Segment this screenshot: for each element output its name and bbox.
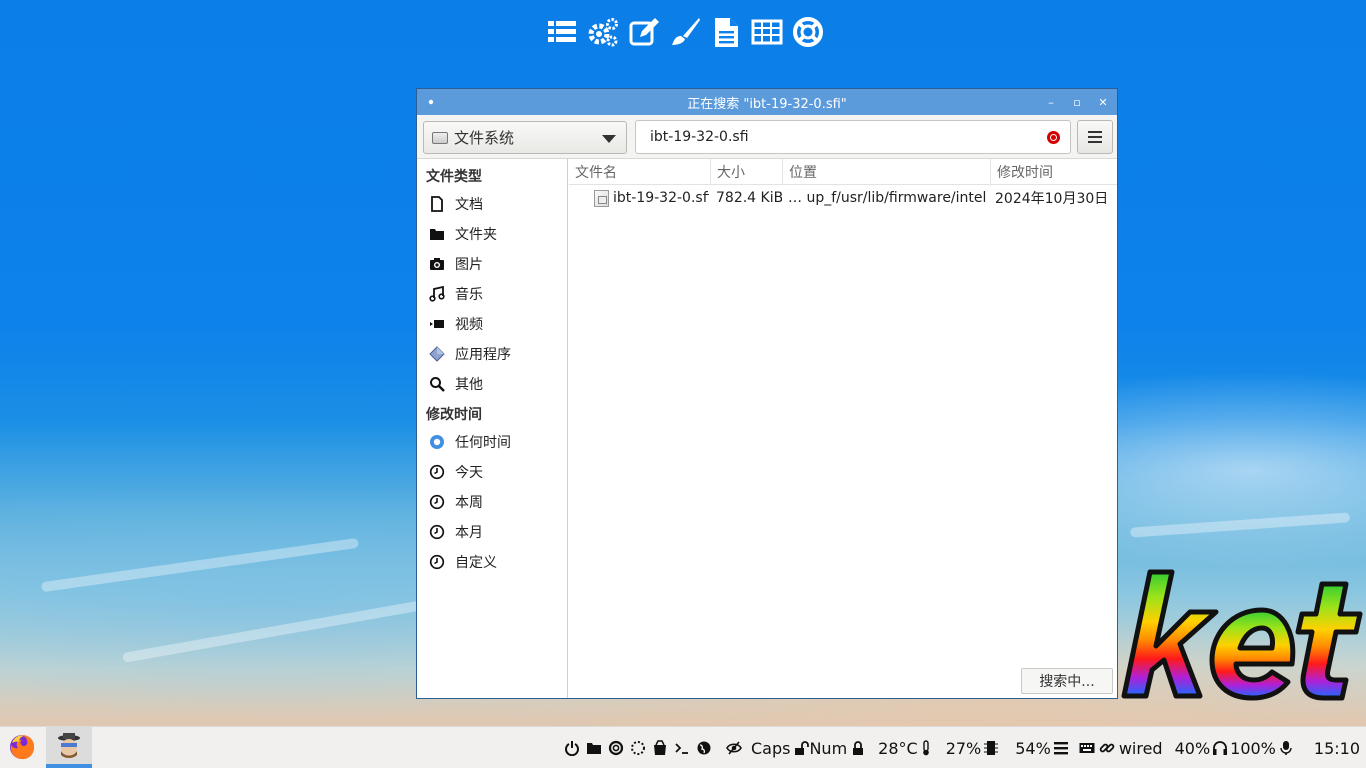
results-list: 文件名 大小 位置 修改时间 ibt-19-32-0.sfi 782.4 KiB…: [569, 159, 1117, 698]
clock[interactable]: 15:10: [1314, 739, 1360, 758]
time-today[interactable]: 今天: [429, 459, 564, 485]
terminal-icon[interactable]: [674, 740, 690, 756]
num-lock-indicator: Num: [809, 738, 848, 758]
column-header-location[interactable]: 位置: [783, 159, 991, 185]
search-icon: [429, 376, 445, 392]
window-menu-icon[interactable]: [425, 96, 437, 108]
time-this-month[interactable]: 本月: [429, 519, 564, 545]
desktop-logo: [1121, 569, 1363, 701]
sand-ridge: [1129, 512, 1351, 538]
link-icon[interactable]: [1099, 740, 1115, 756]
thermometer-icon: [918, 740, 934, 756]
time-custom[interactable]: 自定义: [429, 549, 564, 575]
headphone-volume-indicator[interactable]: 100%: [1230, 739, 1276, 758]
filter-videos[interactable]: 视频: [429, 311, 564, 337]
filter-other[interactable]: 其他: [429, 371, 564, 397]
lifebuoy-icon[interactable]: [608, 740, 624, 756]
location-dropdown[interactable]: 文件系统: [423, 121, 627, 154]
memory-indicator[interactable]: 54%: [1015, 739, 1051, 758]
cpu-indicator[interactable]: 27%: [946, 739, 982, 758]
visibility-icon[interactable]: [726, 740, 742, 756]
application-icon: [429, 346, 445, 362]
spreadsheet-icon[interactable]: [751, 14, 783, 50]
filter-pictures[interactable]: 图片: [429, 251, 564, 277]
maximize-button[interactable]: ▫: [1069, 94, 1085, 110]
power-icon[interactable]: [564, 740, 580, 756]
title-bar[interactable]: 正在搜索 "ibt-19-32-0.sfi" – ▫ ✕: [417, 89, 1117, 115]
taskbar-app-button[interactable]: [46, 727, 92, 768]
network-indicator[interactable]: wired: [1119, 739, 1163, 758]
window-title: 正在搜索 "ibt-19-32-0.sfi": [687, 96, 847, 112]
file-icon: [594, 190, 609, 207]
time-this-week[interactable]: 本周: [429, 489, 564, 515]
headphones-icon: [1212, 740, 1228, 756]
gears-icon[interactable]: [587, 14, 619, 50]
clock-icon: [429, 524, 445, 540]
table-row[interactable]: ibt-19-32-0.sfi 782.4 KiB … up_f/usr/lib…: [569, 186, 1117, 210]
file-modified: 2024年10月30日: [995, 191, 1109, 207]
column-headers: 文件名 大小 位置 修改时间: [569, 159, 1117, 185]
camera-icon: [429, 256, 445, 272]
file-size: 782.4 KiB: [716, 190, 782, 206]
caps-lock-indicator: Caps: [750, 738, 791, 758]
lifebuoy-icon[interactable]: [792, 14, 824, 50]
taskbar: Caps Num 28°C 27% 54% wired 40% 100% 15:…: [0, 726, 1366, 768]
document-icon: [429, 196, 445, 212]
drive-icon: [432, 131, 448, 144]
keyboard-icon[interactable]: [1079, 740, 1095, 756]
filter-music[interactable]: 音乐: [429, 281, 564, 307]
document-icon[interactable]: [710, 14, 742, 50]
folder-icon[interactable]: [586, 740, 602, 756]
clock-icon: [429, 554, 445, 570]
search-window: 正在搜索 "ibt-19-32-0.sfi" – ▫ ✕ 文件系统 文件类型 文…: [416, 88, 1118, 699]
globe-icon[interactable]: [696, 740, 712, 756]
search-field-container: [635, 120, 1071, 154]
menu-lines-icon: [1053, 740, 1069, 756]
firefox-icon[interactable]: [6, 731, 38, 763]
brush-icon[interactable]: [669, 14, 701, 50]
list-icon[interactable]: [546, 14, 578, 50]
clock-icon: [429, 464, 445, 480]
app-launcher: [546, 14, 824, 50]
microphone-icon[interactable]: [1278, 740, 1294, 756]
filter-folders[interactable]: 文件夹: [429, 221, 564, 247]
minimize-button[interactable]: –: [1043, 94, 1059, 110]
sand-ridge: [40, 537, 360, 593]
folder-icon: [429, 226, 445, 242]
cpu-icon: [983, 740, 999, 756]
search-toolbar: 文件系统: [417, 115, 1117, 159]
file-location: … up_f/usr/lib/firmware/intel: [788, 190, 987, 206]
detective-icon: [58, 733, 80, 758]
column-header-modified[interactable]: 修改时间: [991, 159, 1117, 185]
file-name: ibt-19-32-0.sfi: [613, 190, 709, 206]
column-header-size[interactable]: 大小: [711, 159, 783, 185]
close-button[interactable]: ✕: [1095, 94, 1111, 110]
system-tray: Caps Num 28°C 27% 54% wired 40% 100% 15:…: [558, 727, 1360, 768]
package-icon[interactable]: [652, 740, 668, 756]
music-icon: [429, 286, 445, 302]
spinner-icon[interactable]: [630, 740, 646, 756]
file-type-header: 文件类型: [426, 169, 482, 185]
mod-time-header: 修改时间: [426, 407, 482, 423]
radio-selected-icon: [429, 434, 445, 450]
temperature-indicator[interactable]: 28°C: [878, 739, 918, 758]
hamburger-menu-button[interactable]: [1077, 120, 1113, 154]
location-dropdown-label: 文件系统: [454, 129, 515, 147]
active-task-indicator: [46, 764, 92, 768]
clock-icon: [429, 494, 445, 510]
video-icon: [429, 316, 445, 332]
lock-icon: [850, 740, 866, 756]
stop-search-icon[interactable]: [1047, 131, 1060, 144]
column-header-name[interactable]: 文件名: [569, 159, 711, 185]
search-input[interactable]: [650, 129, 1030, 145]
searching-status-button[interactable]: 搜索中...: [1021, 668, 1113, 694]
volume-indicator[interactable]: 40%: [1175, 739, 1211, 758]
filter-sidebar: 文件类型 文档 文件夹 图片 音乐 视频 应用程序 其他 修改时间 任何时间 今…: [417, 159, 568, 698]
filter-documents[interactable]: 文档: [429, 191, 564, 217]
time-any[interactable]: 任何时间: [429, 429, 564, 455]
dropdown-arrow-icon: [602, 135, 616, 143]
unlock-icon: [793, 740, 810, 756]
filter-applications[interactable]: 应用程序: [429, 341, 564, 367]
edit-icon[interactable]: [628, 14, 660, 50]
